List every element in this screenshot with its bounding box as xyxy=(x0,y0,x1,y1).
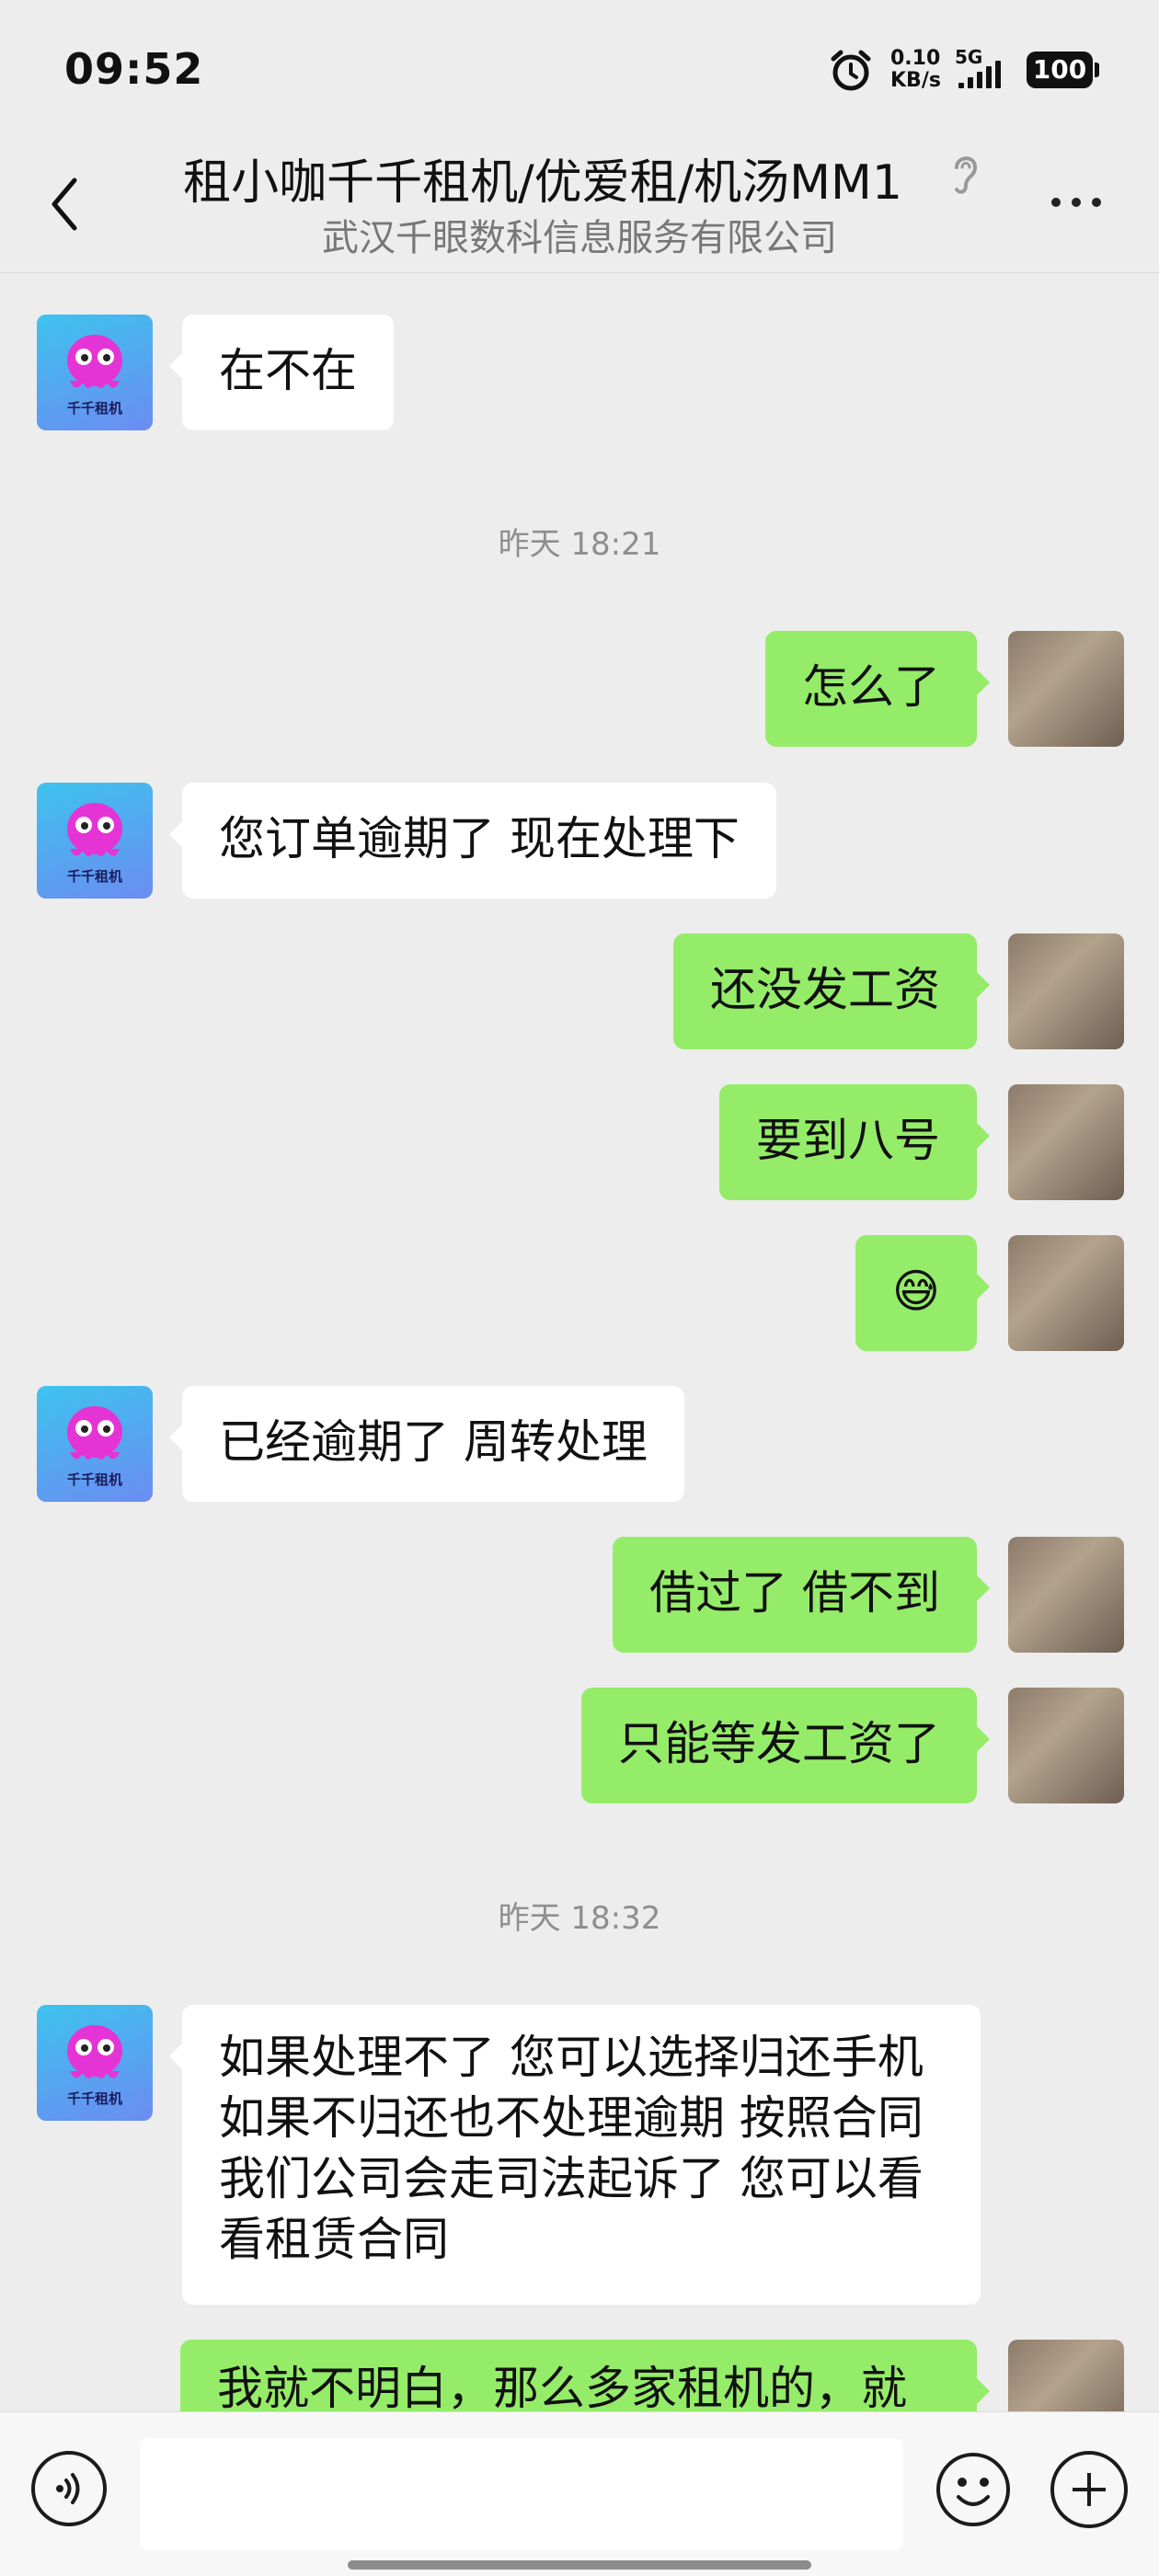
contact-avatar[interactable]: 千千租机 xyxy=(37,2005,153,2121)
user-avatar[interactable] xyxy=(1008,1688,1124,1803)
user-avatar[interactable] xyxy=(1008,631,1124,747)
timestamp: 昨天 18:32 xyxy=(498,1900,661,1937)
network-speed-value: 0.10 xyxy=(890,47,941,70)
back-button[interactable] xyxy=(37,167,92,241)
emoji-button[interactable] xyxy=(935,2451,1012,2528)
more-button[interactable] xyxy=(1039,175,1113,230)
message-bubble-outgoing[interactable]: 借过了 借不到 xyxy=(613,1537,990,1653)
signal-bars-icon xyxy=(958,61,1001,88)
contact-avatar[interactable]: 千千租机 xyxy=(37,315,153,430)
plus-button[interactable] xyxy=(1050,2451,1128,2528)
message-bubble-incoming[interactable]: 如果处理不了 您可以选择归还手机 如果不归还也不处理逾期 按照合同我们公司会走司… xyxy=(169,2005,981,2305)
ear-icon xyxy=(955,156,978,194)
message-bubble-incoming[interactable]: 已经逾期了 周转处理 xyxy=(169,1386,684,1502)
chat-title: 租小咖千千租机/优爱租/机汤MM1 xyxy=(183,155,902,211)
message-input[interactable] xyxy=(140,2438,903,2550)
contact-avatar[interactable]: 千千租机 xyxy=(37,1386,153,1502)
network-speed-unit: KB/s xyxy=(890,69,941,92)
user-avatar[interactable] xyxy=(1008,933,1124,1049)
contact-avatar-caption: 千千租机 xyxy=(66,400,122,417)
user-avatar[interactable] xyxy=(1008,1084,1124,1200)
status-time: 09:52 xyxy=(64,44,204,94)
message-bubble-outgoing[interactable]: 😅 xyxy=(855,1235,991,1351)
back-arrow-icon xyxy=(52,177,77,231)
home-indicator[interactable] xyxy=(348,2560,811,2570)
battery-indicator: 100 xyxy=(1027,52,1099,88)
signal-indicator: 5G xyxy=(955,46,1016,94)
chat-subtitle: 武汉千眼数科信息服务有限公司 xyxy=(322,217,837,259)
contact-avatar-caption: 千千租机 xyxy=(66,868,122,885)
contact-avatar-caption: 千千租机 xyxy=(66,2090,122,2107)
message-bubble-outgoing[interactable]: 怎么了 xyxy=(765,631,990,747)
message-bubble-outgoing[interactable]: 还没发工资 xyxy=(673,933,990,1049)
user-avatar[interactable] xyxy=(1008,1235,1124,1351)
timestamp: 昨天 18:21 xyxy=(498,526,661,563)
contact-avatar[interactable]: 千千租机 xyxy=(37,783,153,899)
voice-button[interactable] xyxy=(31,2451,107,2526)
more-dots-icon xyxy=(1051,198,1101,207)
emoji-icon xyxy=(936,2453,1010,2526)
network-speed: 0.10 KB/s xyxy=(890,48,941,92)
input-bar xyxy=(0,2411,1159,2576)
status-bar: 09:52 0.10 KB/s 5G 100 xyxy=(0,0,1159,138)
message-bubble-incoming[interactable]: 在不在 xyxy=(169,315,394,430)
message-bubble-outgoing[interactable]: 只能等发工资了 xyxy=(581,1688,990,1803)
voice-icon xyxy=(56,2473,80,2504)
message-bubble-outgoing[interactable]: 要到八号 xyxy=(719,1084,990,1200)
message-bubble-incoming[interactable]: 您订单逾期了 现在处理下 xyxy=(169,783,776,899)
contact-avatar-caption: 千千租机 xyxy=(66,1471,122,1488)
chat-header: 租小咖千千租机/优爱租/机汤MM1 武汉千眼数科信息服务有限公司 xyxy=(0,138,1159,273)
user-avatar[interactable] xyxy=(1008,1537,1124,1653)
alarm-icon xyxy=(831,50,871,91)
